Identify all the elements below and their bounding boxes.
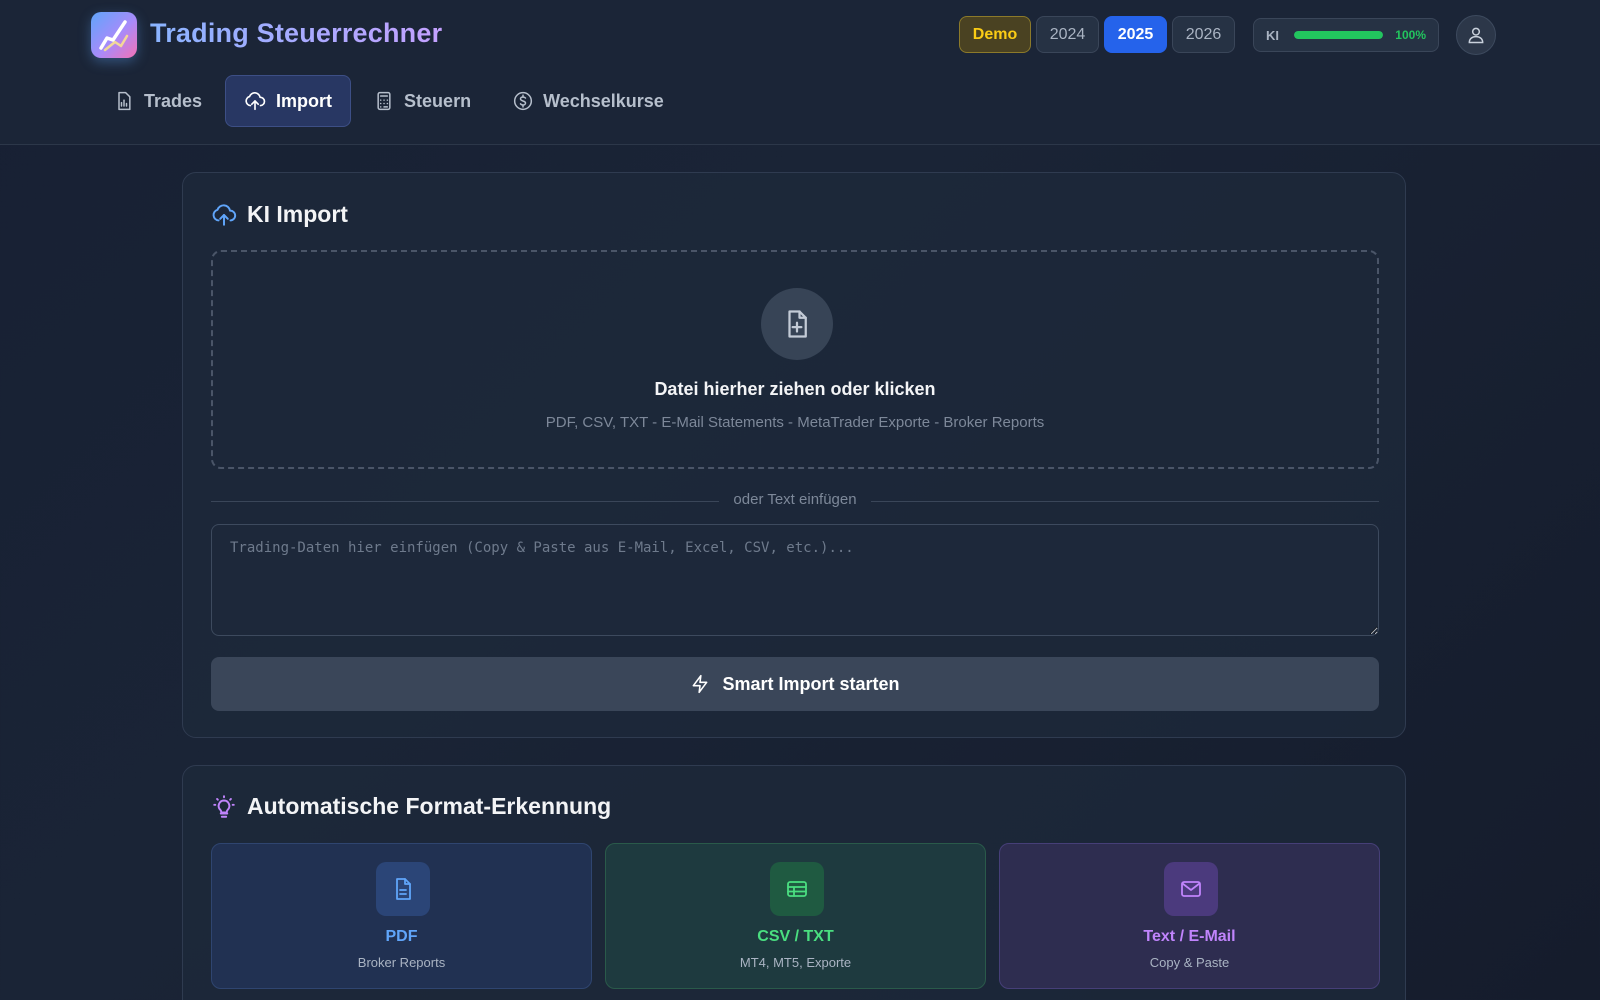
format-title: Text / E-Mail: [1143, 928, 1236, 945]
format-detection-card: Automatische Format-Erkennung PDF Broker…: [182, 765, 1406, 1000]
tab-wechselkurse[interactable]: Wechselkurse: [494, 75, 683, 127]
year-button-2025[interactable]: 2025: [1104, 16, 1167, 53]
format-subtitle: Broker Reports: [357, 955, 446, 970]
format-heading: Automatische Format-Erkennung: [211, 793, 611, 820]
tab-steuern[interactable]: Steuern: [355, 75, 490, 127]
tab-label: Trades: [144, 90, 203, 111]
chart-file-icon: [118, 91, 131, 111]
format-title: PDF: [385, 928, 418, 945]
format-csv: CSV / TXT MT4, MT5, Exporte: [605, 843, 986, 989]
format-title: CSV / TXT: [757, 928, 834, 945]
app-header: Trading Steuerrechner Demo 2024 2025 202…: [0, 0, 1600, 145]
cloud-upload-icon: [212, 203, 237, 226]
tab-label: Wechselkurse: [543, 90, 664, 111]
calculator-icon: [377, 91, 391, 111]
format-pdf: PDF Broker Reports: [211, 843, 592, 989]
mail-icon: [1164, 862, 1218, 916]
tab-import[interactable]: Import: [225, 75, 352, 127]
lightbulb-icon: [213, 794, 235, 818]
file-dropzone[interactable]: Datei hierher ziehen oder klicken PDF, C…: [211, 250, 1379, 469]
card-title: Automatische Format-Erkennung: [247, 793, 612, 819]
format-subtitle: MT4, MT5, Exporte: [739, 955, 852, 970]
user-icon: [1468, 27, 1484, 44]
cloud-upload-icon: [245, 92, 266, 111]
file-plus-icon: [761, 288, 833, 360]
tab-trades[interactable]: Trades: [95, 75, 221, 127]
smart-import-button[interactable]: Smart Import starten: [211, 657, 1379, 711]
ki-import-card: KI Import Datei hierher ziehen oder klic…: [182, 172, 1406, 738]
tab-label: Steuern: [404, 90, 472, 111]
ki-import-heading: KI Import: [211, 201, 348, 228]
dropzone-title: Datei hierher ziehen oder klicken: [654, 379, 936, 399]
dropzone-subtitle: PDF, CSV, TXT - E-Mail Statements - Meta…: [545, 414, 1045, 431]
year-button-2026[interactable]: 2026: [1172, 16, 1235, 53]
table-icon: [770, 862, 824, 916]
format-subtitle: Copy & Paste: [1149, 955, 1230, 970]
divider-text: oder Text einfügen: [733, 491, 857, 508]
user-avatar-button[interactable]: [1456, 15, 1496, 55]
demo-badge[interactable]: Demo: [959, 16, 1031, 53]
paste-textarea[interactable]: [211, 524, 1379, 636]
format-text-email: Text / E-Mail Copy & Paste: [999, 843, 1380, 989]
smart-import-label: Smart Import starten: [722, 673, 900, 694]
ki-status: KI 100%: [1253, 18, 1439, 52]
ki-progress-fill: [1293, 31, 1384, 39]
app-logo[interactable]: [91, 12, 137, 58]
lightning-icon: [693, 674, 708, 694]
ki-progress-bar: [1293, 31, 1384, 39]
main-nav: Trades Import Steuern Wechselkurse: [95, 75, 683, 127]
year-selector: Demo 2024 2025 2026: [959, 16, 1235, 53]
card-title: KI Import: [247, 201, 348, 227]
ki-percent: 100%: [1395, 28, 1426, 42]
year-button-2024[interactable]: 2024: [1036, 16, 1099, 53]
or-divider: oder Text einfügen: [211, 491, 1379, 513]
document-icon: [376, 862, 430, 916]
app-title: Trading Steuerrechner: [150, 18, 443, 48]
dollar-circle-icon: [513, 91, 533, 111]
ki-label: KI: [1266, 27, 1279, 43]
tab-label: Import: [276, 90, 333, 111]
